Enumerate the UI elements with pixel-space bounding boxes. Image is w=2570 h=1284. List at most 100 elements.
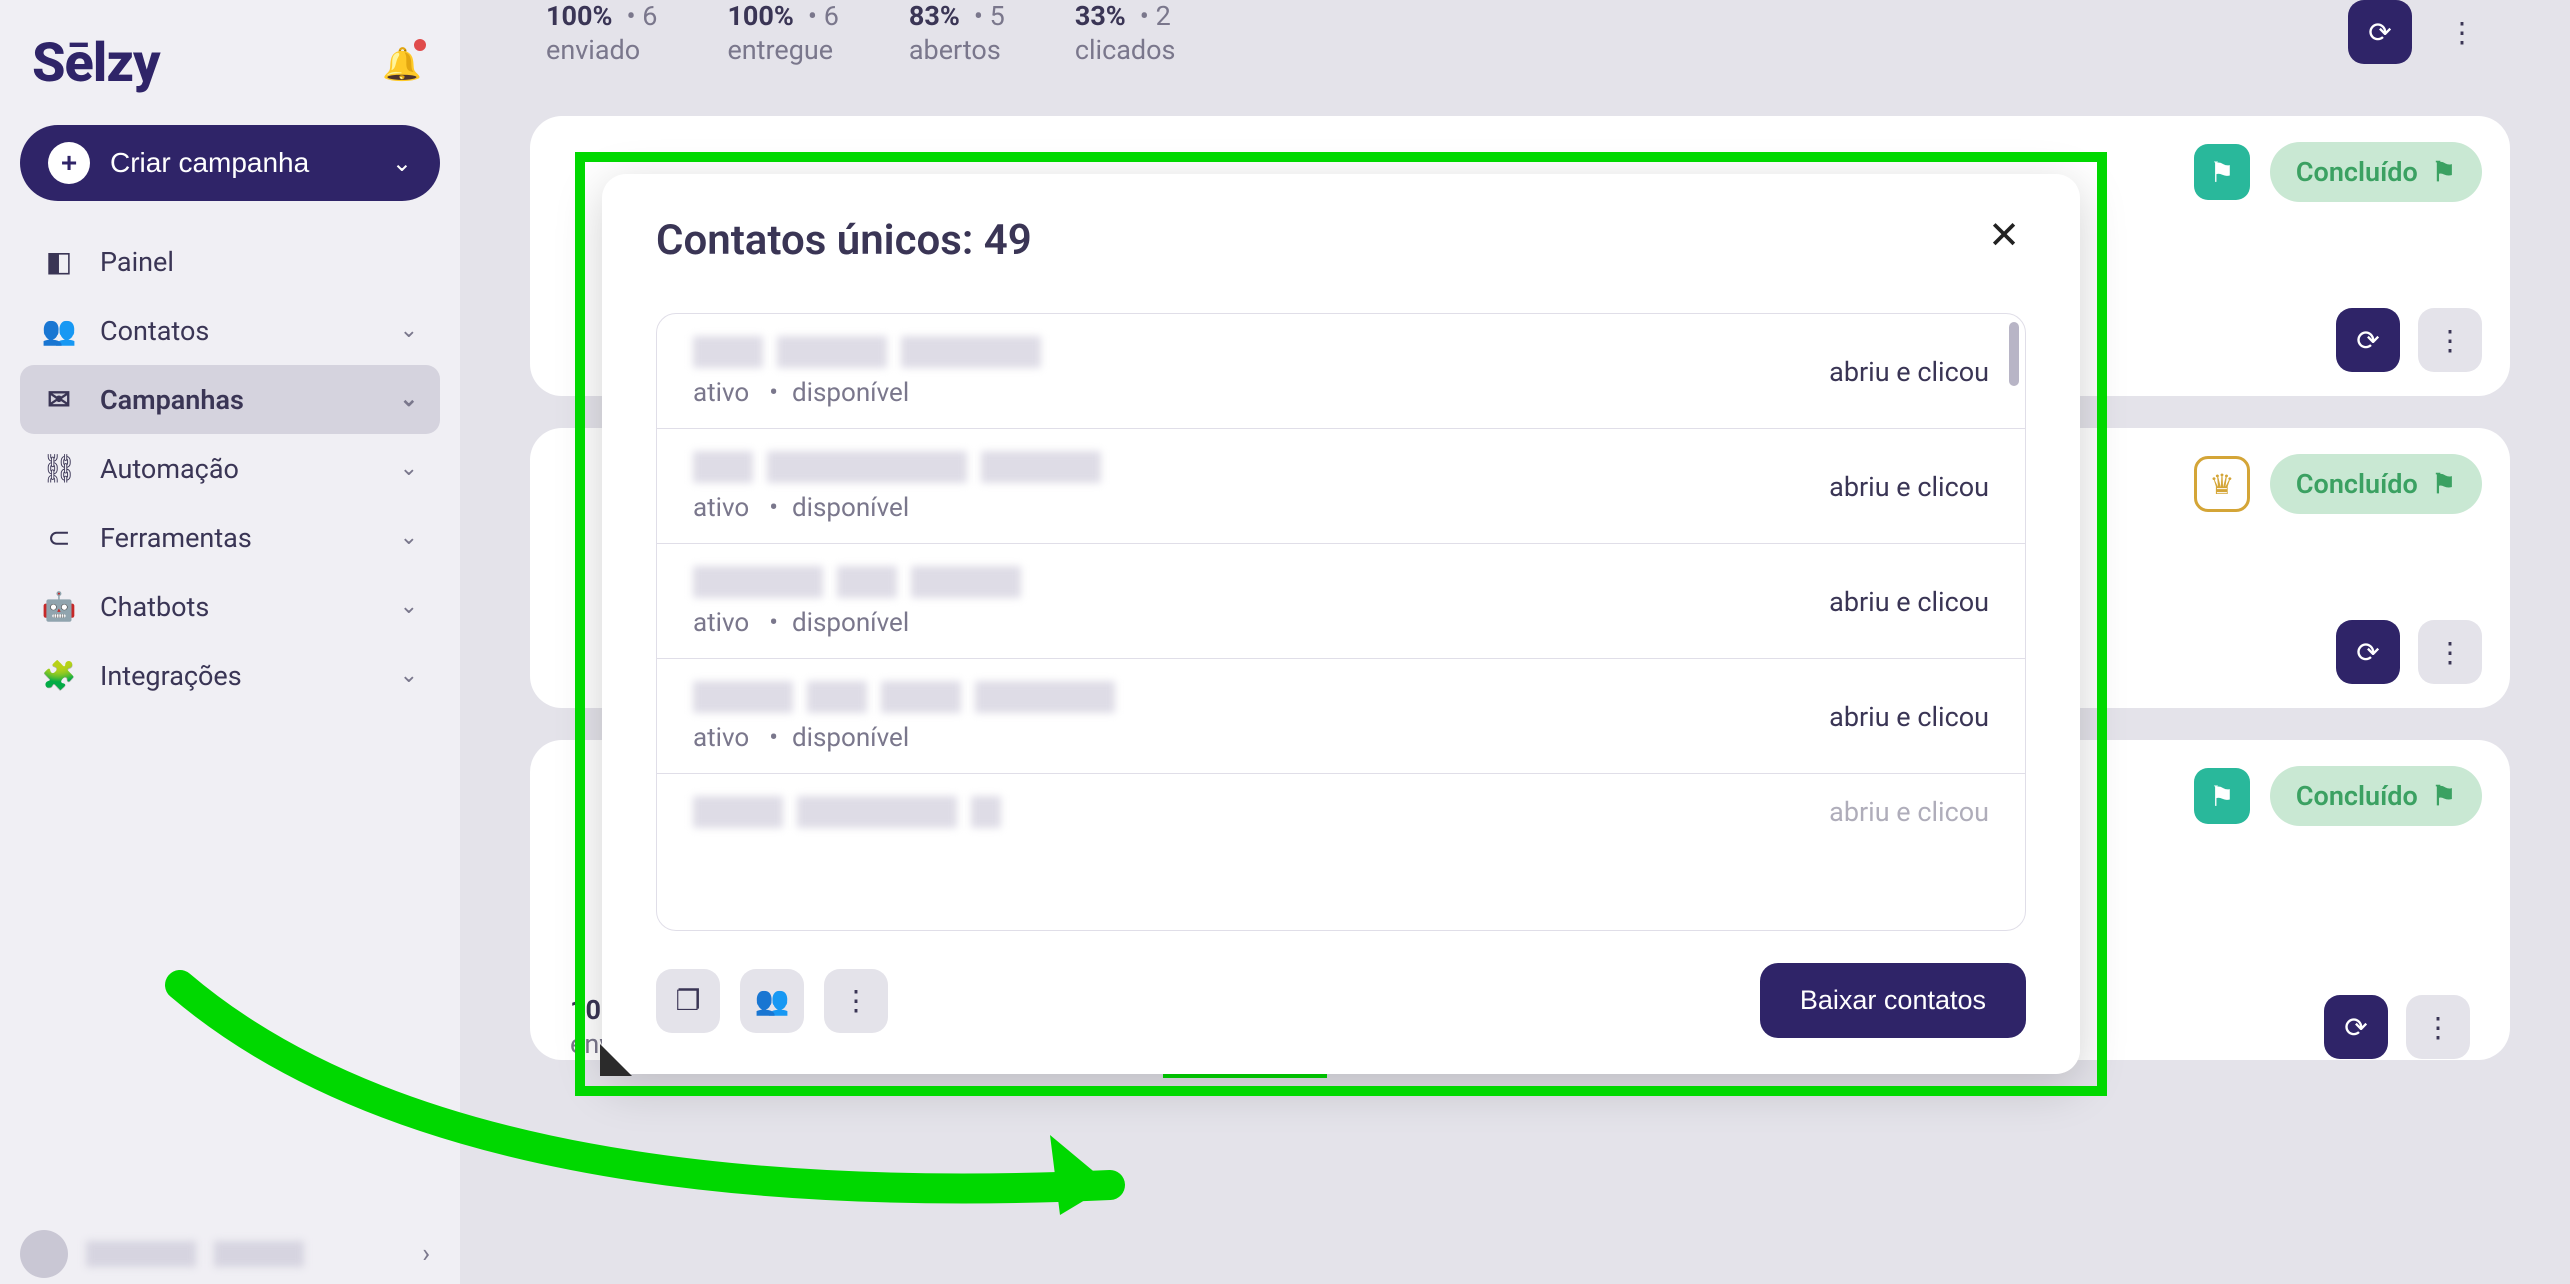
contact-row[interactable]: ativo disponível abriu e clicou <box>657 544 2025 659</box>
sidebar-item-ferramentas[interactable]: ⊂ Ferramentas ⌄ <box>20 503 440 572</box>
contact-row[interactable]: ativo disponível abriu e clicou <box>657 429 2025 544</box>
contact-row[interactable]: abriu e clicou <box>657 774 2025 848</box>
chevron-down-icon: ⌄ <box>400 456 418 481</box>
stat-abertos: 83% 5 abertos <box>909 0 1005 66</box>
logo-row: Sēlzy 🔔 <box>20 28 440 125</box>
stat-percent: 33% <box>1075 0 1126 32</box>
more-icon: ⋮ <box>2436 636 2464 669</box>
chevron-down-icon: ⌄ <box>392 149 412 178</box>
stat-percent: 100% <box>727 0 793 32</box>
user-name-redacted <box>214 1241 304 1267</box>
refresh-button[interactable]: ⟳ <box>2336 308 2400 372</box>
chevron-right-icon: › <box>422 1239 430 1269</box>
sidebar: Sēlzy 🔔 + Criar campanha ⌄ ◧ Painel 👥 Co… <box>0 0 460 1284</box>
modal-title: Contatos únicos: 49 <box>656 216 1032 265</box>
sidebar-item-integracoes[interactable]: 🧩 Integrações ⌄ <box>20 641 440 710</box>
crown-icon: ♛ <box>2209 468 2234 501</box>
create-campaign-button[interactable]: + Criar campanha ⌄ <box>20 125 440 201</box>
sidebar-item-label: Ferramentas <box>100 522 252 554</box>
contact-action: abriu e clicou <box>1829 701 1989 733</box>
crown-badge[interactable]: ♛ <box>2194 456 2250 512</box>
contact-status: ativo <box>693 723 749 753</box>
flag-icon: ⚑ <box>2432 780 2456 812</box>
sidebar-item-contatos[interactable]: 👥 Contatos ⌄ <box>20 296 440 365</box>
more-button[interactable]: ⋮ <box>2406 995 2470 1059</box>
avatar <box>20 1230 68 1278</box>
refresh-button[interactable]: ⟳ <box>2348 0 2412 64</box>
more-button[interactable]: ⋮ <box>2418 308 2482 372</box>
contact-email-redacted <box>693 681 1115 713</box>
contact-action: abriu e clicou <box>1829 356 1989 388</box>
plus-icon: + <box>48 142 90 184</box>
notification-dot-icon <box>414 39 426 51</box>
sidebar-item-label: Integrações <box>100 660 242 692</box>
contact-action: abriu e clicou <box>1829 796 1989 828</box>
add-to-list-button[interactable]: 👥 <box>740 969 804 1033</box>
dashboard-icon: ◧ <box>42 245 76 278</box>
download-contacts-button[interactable]: Baixar contatos <box>1760 963 2026 1038</box>
sidebar-item-campanhas[interactable]: ✉ Campanhas ⌄ <box>20 365 440 434</box>
sidebar-item-label: Painel <box>100 246 174 278</box>
chevron-down-icon: ⌄ <box>400 525 418 550</box>
more-button[interactable]: ⋮ <box>2430 0 2494 64</box>
flag-icon: ⚑ <box>2209 156 2234 189</box>
contact-row[interactable]: ativo disponível abriu e clicou <box>657 659 2025 774</box>
chevron-down-icon: ⌄ <box>400 387 418 412</box>
stat-clicados: 33% 2 clicados <box>1075 0 1176 66</box>
sidebar-nav: ◧ Painel 👥 Contatos ⌄ ✉ Campanhas ⌄ ⛓ Au… <box>20 227 440 710</box>
user-menu[interactable]: › <box>20 1230 430 1278</box>
flag-icon: ⚑ <box>2432 468 2456 500</box>
copy-button[interactable]: ❐ <box>656 969 720 1033</box>
contact-row[interactable]: ativo disponível abriu e clicou <box>657 314 2025 429</box>
flag-badge[interactable]: ⚑ <box>2194 144 2250 200</box>
sidebar-item-automacao[interactable]: ⛓ Automação ⌄ <box>20 434 440 503</box>
contact-list: ativo disponível abriu e clicou ativo di <box>656 313 2026 931</box>
more-button[interactable]: ⋮ <box>824 969 888 1033</box>
sidebar-item-label: Campanhas <box>100 384 244 416</box>
sidebar-item-chatbots[interactable]: 🤖 Chatbots ⌄ <box>20 572 440 641</box>
status-badge: Concluído ⚑ <box>2270 142 2482 202</box>
stat-label: clicados <box>1075 34 1176 66</box>
copy-icon: ❐ <box>675 984 700 1017</box>
more-icon: ⋮ <box>2424 1011 2452 1044</box>
flag-icon: ⚑ <box>2432 156 2456 188</box>
people-icon: 👥 <box>42 314 76 347</box>
contact-email-redacted <box>693 796 1001 828</box>
notifications-button[interactable]: 🔔 <box>382 45 422 83</box>
chevron-down-icon: ⌄ <box>400 663 418 688</box>
stat-percent: 100% <box>546 0 612 32</box>
contact-email-redacted <box>693 336 1041 368</box>
status-badge: Concluído ⚑ <box>2270 454 2482 514</box>
stat-label: abertos <box>909 34 1005 66</box>
contact-availability: disponível <box>769 608 909 638</box>
chevron-down-icon: ⌄ <box>400 594 418 619</box>
refresh-icon: ⟳ <box>2344 1011 2367 1044</box>
contact-email-redacted <box>693 451 1101 483</box>
stat-entregue: 100% 6 entregue <box>727 0 838 66</box>
chevron-down-icon: ⌄ <box>400 318 418 343</box>
contact-availability: disponível <box>769 723 909 753</box>
status-badge: Concluído ⚑ <box>2270 766 2482 826</box>
more-button[interactable]: ⋮ <box>2418 620 2482 684</box>
close-icon: ✕ <box>1988 215 2020 257</box>
people-plus-icon: 👥 <box>755 984 790 1017</box>
flag-badge[interactable]: ⚑ <box>2194 768 2250 824</box>
close-button[interactable]: ✕ <box>1982 216 2026 256</box>
contact-action: abriu e clicou <box>1829 586 1989 618</box>
resize-handle-icon <box>600 1044 632 1076</box>
modal-footer: ❐ 👥 ⋮ Baixar contatos <box>656 931 2026 1038</box>
stat-label: entregue <box>727 34 838 66</box>
brand-logo: Sēlzy <box>32 32 160 95</box>
refresh-button[interactable]: ⟳ <box>2324 995 2388 1059</box>
sitemap-icon: ⛓ <box>42 452 76 485</box>
refresh-button[interactable]: ⟳ <box>2336 620 2400 684</box>
create-campaign-label: Criar campanha <box>110 147 309 179</box>
stat-percent: 83% <box>909 0 960 32</box>
sidebar-item-painel[interactable]: ◧ Painel <box>20 227 440 296</box>
unique-contacts-modal: Contatos únicos: 49 ✕ ativo disponível <box>602 174 2080 1074</box>
envelope-icon: ✉ <box>42 383 76 416</box>
sidebar-item-label: Automação <box>100 453 239 485</box>
refresh-icon: ⟳ <box>2356 636 2379 669</box>
stat-count: 5 <box>974 0 1005 32</box>
refresh-icon: ⟳ <box>2368 16 2391 49</box>
